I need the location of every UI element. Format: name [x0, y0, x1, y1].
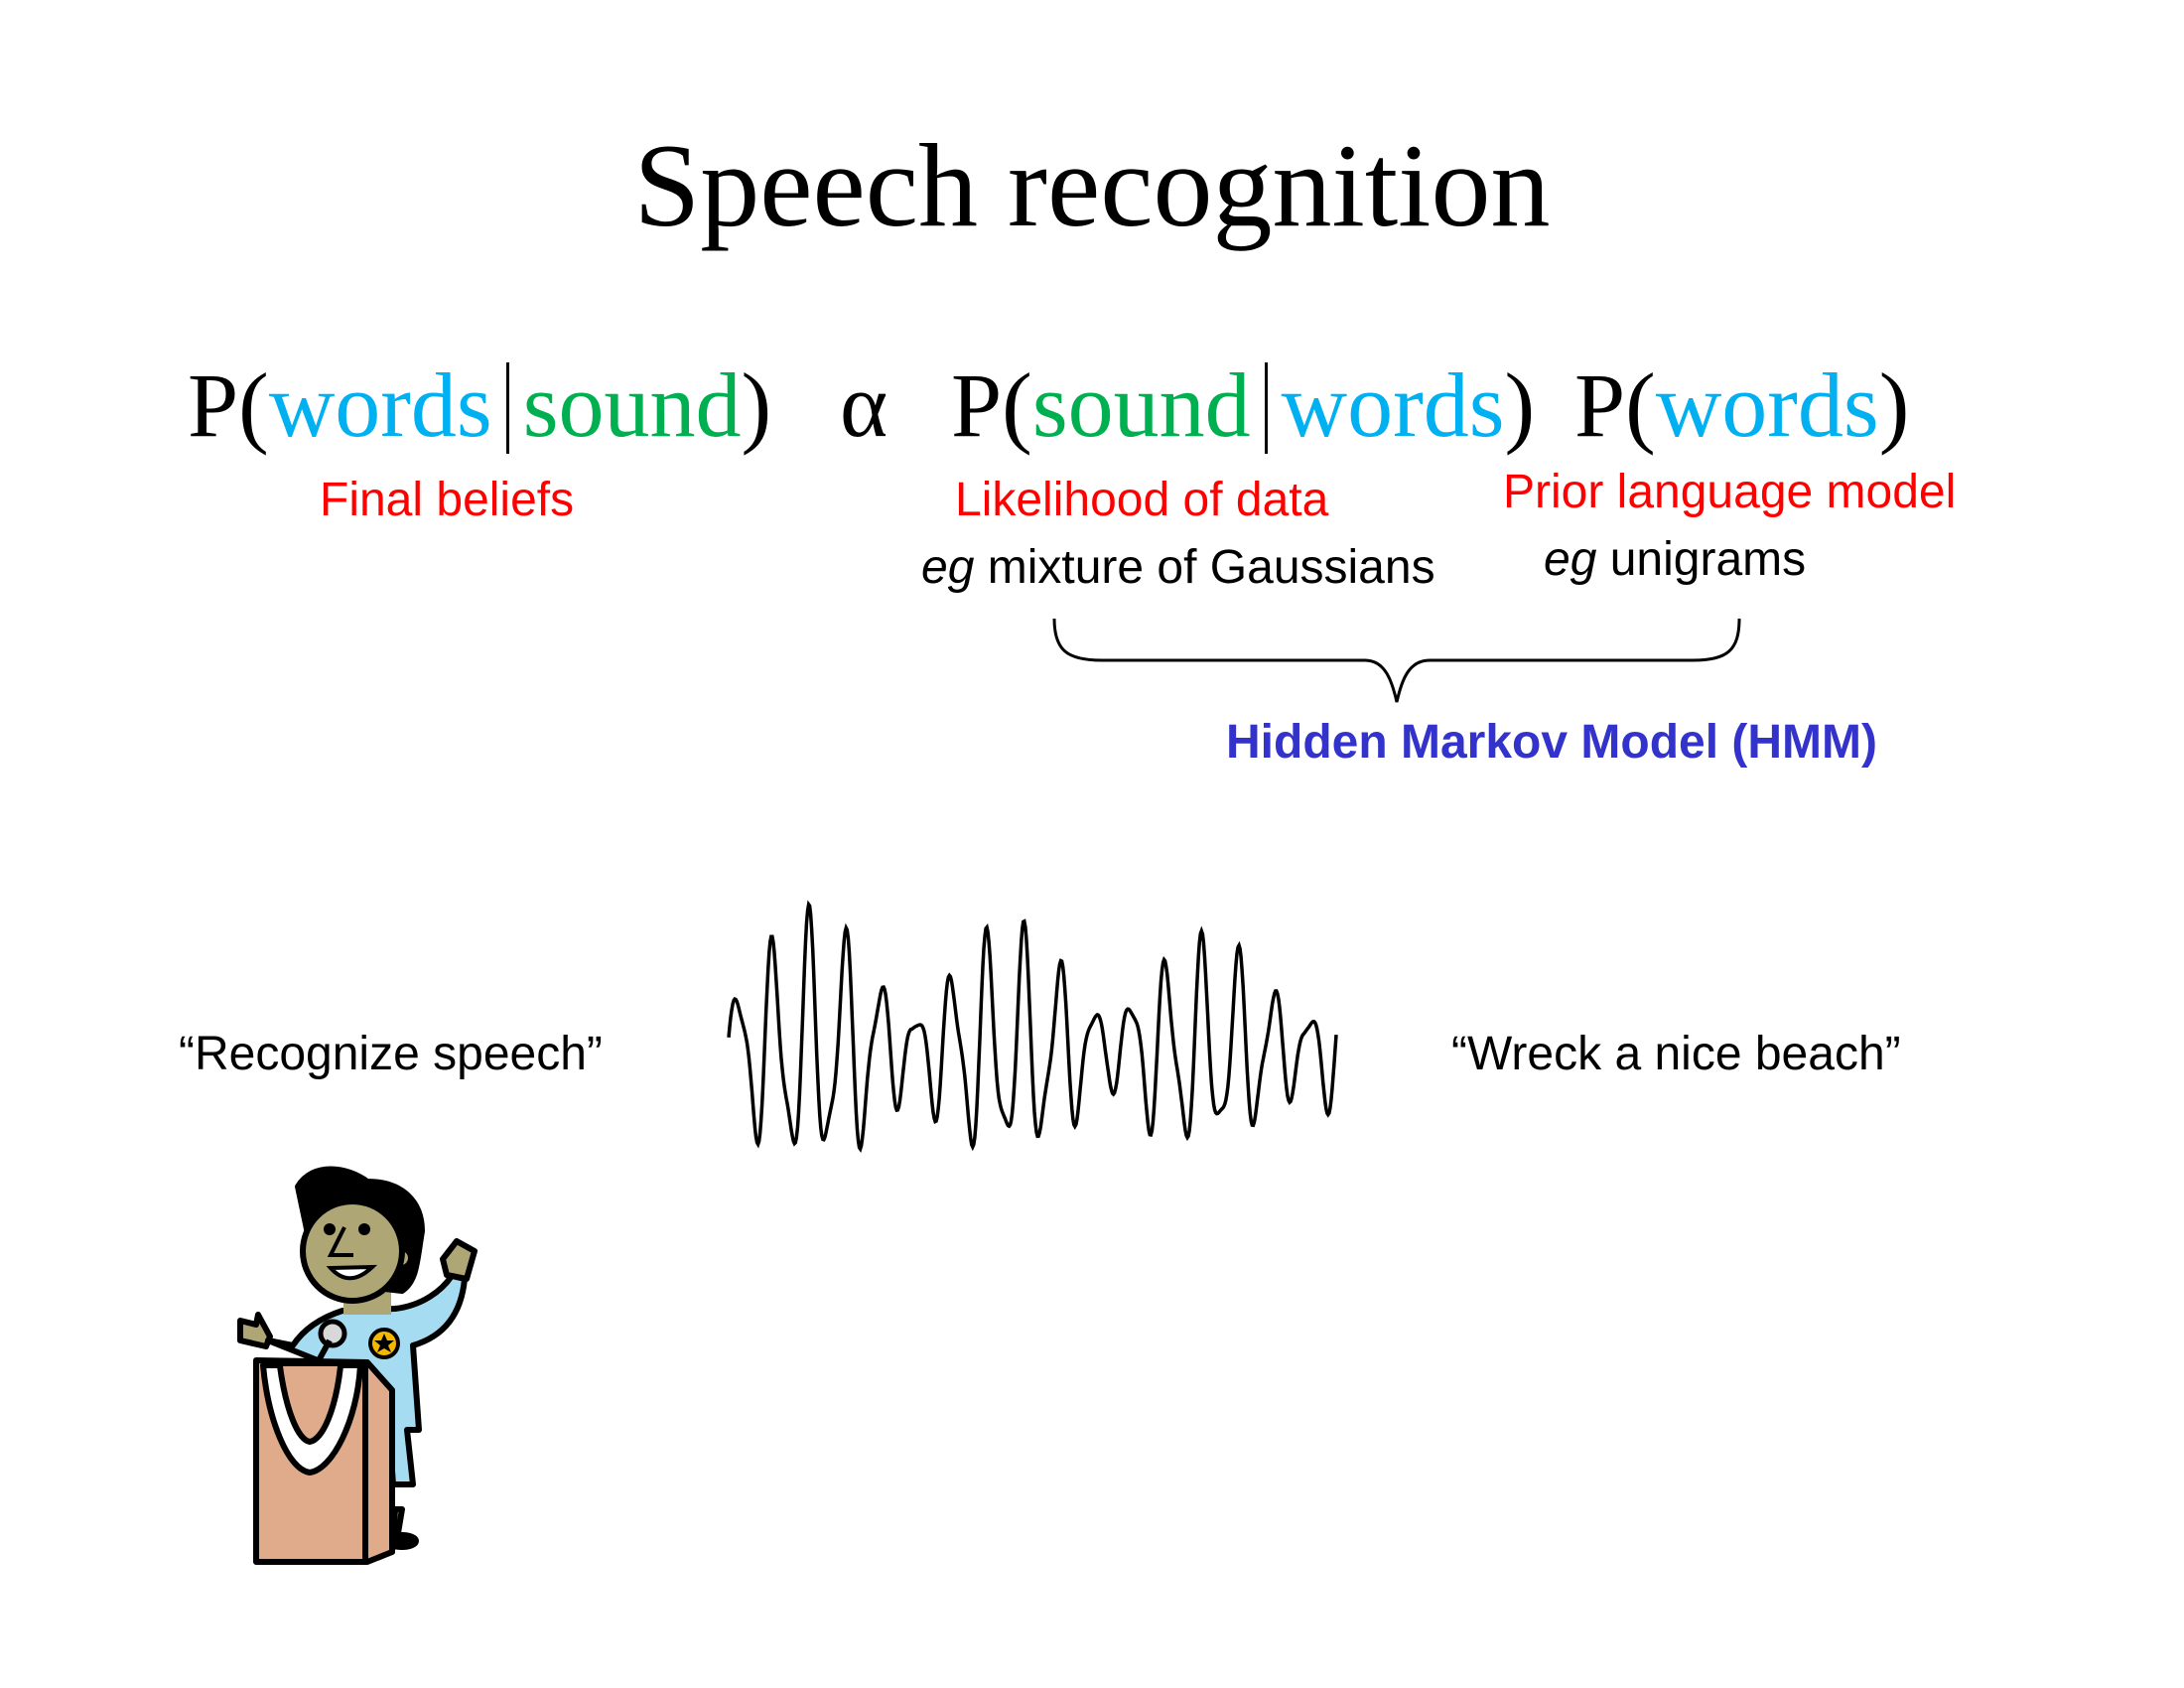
- words-var: words: [1281, 354, 1505, 456]
- curly-brace-icon: [1052, 618, 1741, 703]
- words-var: words: [1655, 354, 1879, 456]
- conditional-bar: [1264, 362, 1268, 454]
- likelihood-label: Likelihood of data: [955, 474, 1329, 526]
- p-close: ): [741, 354, 772, 456]
- prior-example: eg unigrams: [1544, 532, 1806, 587]
- p-open: P(: [951, 354, 1032, 456]
- speaker-at-podium-icon: [237, 1166, 478, 1565]
- prior-label: Prior language model: [1503, 466, 1957, 518]
- sound-var: sound: [1031, 354, 1251, 456]
- p-open: P(: [1574, 354, 1656, 456]
- p-close: ): [1878, 354, 1910, 456]
- eg-text: eg: [1544, 533, 1597, 586]
- p-close: ): [1504, 354, 1536, 456]
- posterior-term: P(words sound): [188, 352, 771, 458]
- prior-term: P(words): [1574, 352, 1909, 458]
- example-text: mixture of Gaussians: [974, 541, 1435, 594]
- sound-var: sound: [522, 354, 742, 456]
- quote-wreck-a-nice-beach: “Wreck a nice beach”: [1451, 1028, 1901, 1080]
- slide-title: Speech recognition: [633, 119, 1551, 251]
- words-var: words: [268, 354, 492, 456]
- p-open: P(: [188, 354, 269, 456]
- waveform-icon: [727, 900, 1338, 1153]
- waveform-path: [727, 900, 1338, 1153]
- quote-recognize-speech: “Recognize speech”: [179, 1028, 603, 1080]
- hmm-label: Hidden Markov Model (HMM): [1226, 716, 1877, 769]
- eg-text: eg: [921, 541, 975, 594]
- conditional-bar: [505, 362, 509, 454]
- likelihood-term: P(sound words): [951, 352, 1535, 458]
- final-beliefs-label: Final beliefs: [320, 474, 575, 526]
- proportional-symbol: α: [840, 354, 888, 456]
- example-text: unigrams: [1596, 533, 1807, 586]
- likelihood-example: eg mixture of Gaussians: [921, 540, 1435, 595]
